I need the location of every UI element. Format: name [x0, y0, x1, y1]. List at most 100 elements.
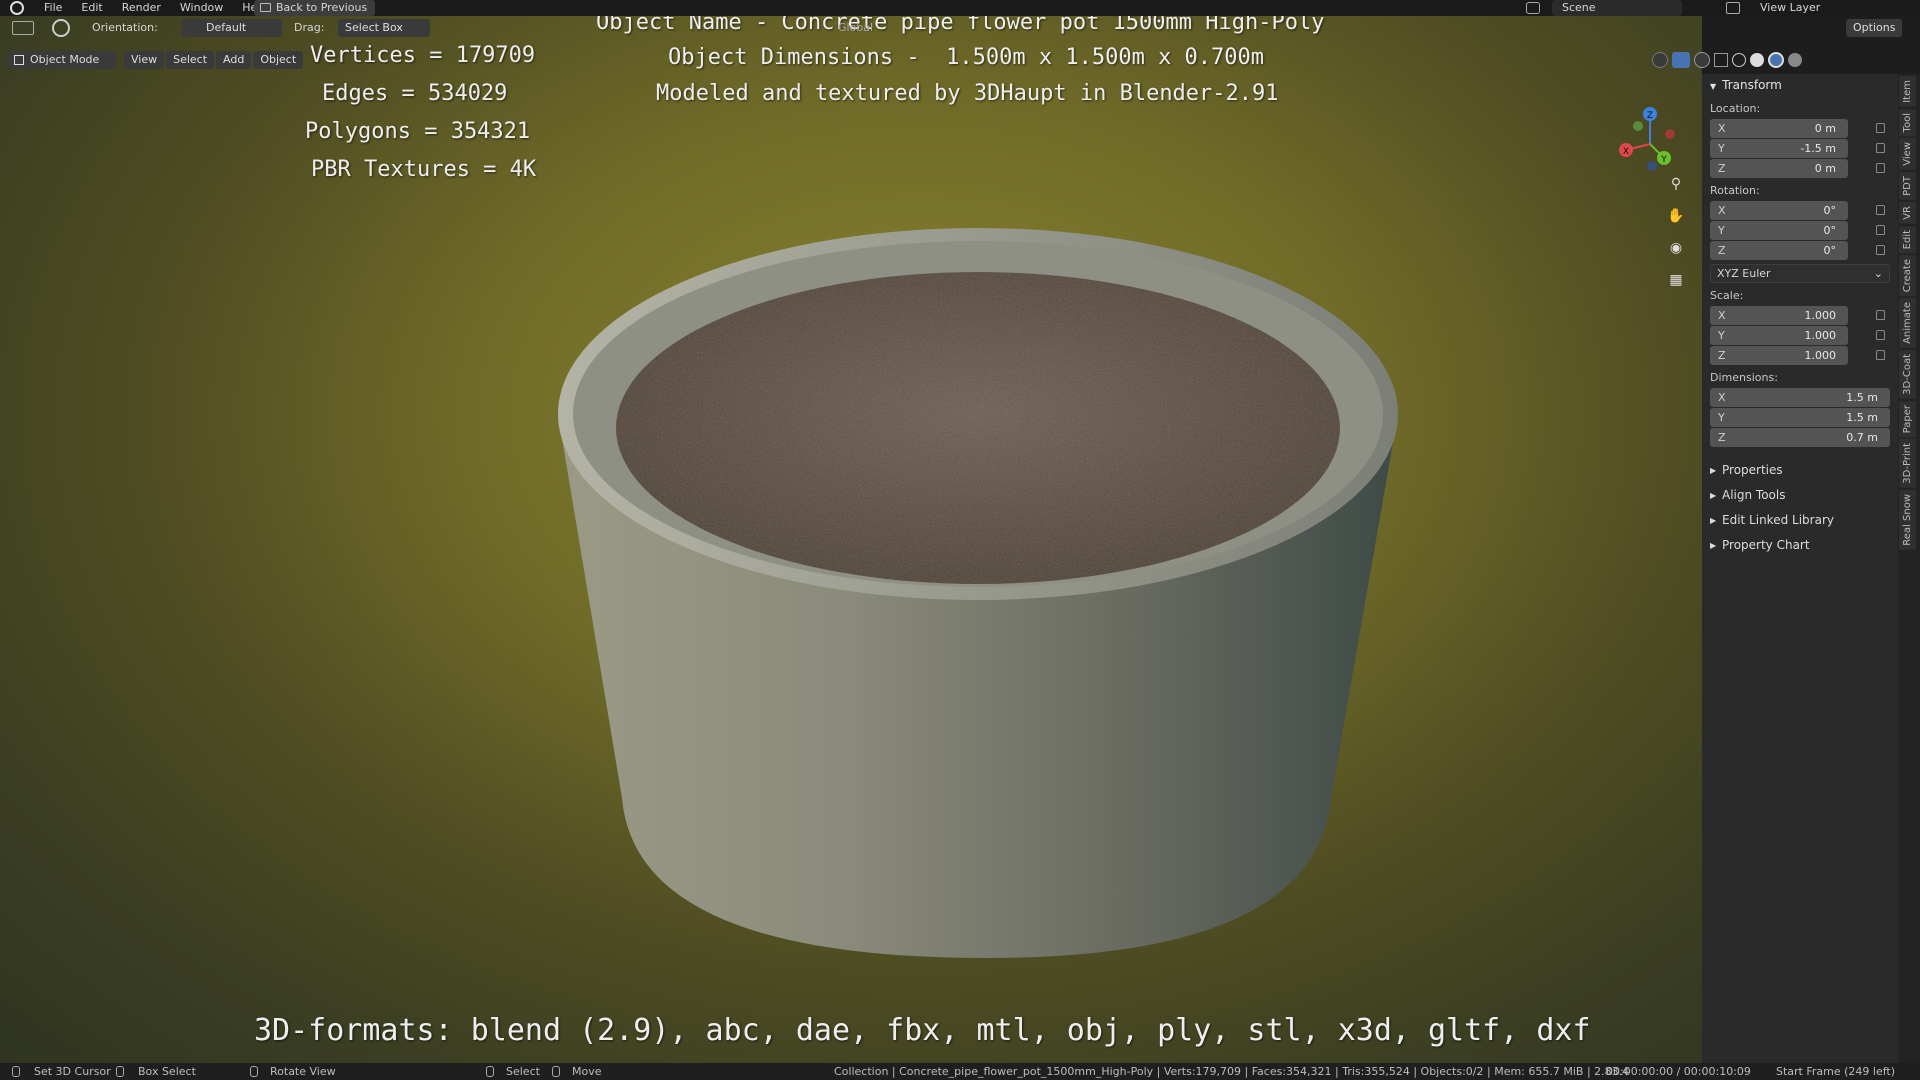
- tab-real-snow[interactable]: Real Snow: [1899, 489, 1916, 550]
- view-menu[interactable]: View: [124, 51, 165, 69]
- scale-label: Scale:: [1710, 289, 1744, 302]
- grid-perspective-icon[interactable]: ▦: [1664, 268, 1688, 292]
- scale-y-field[interactable]: Y 1.000: [1710, 326, 1885, 345]
- status-bar: Set 3D Cursor Box Select Rotate View Sel…: [0, 1063, 1920, 1080]
- credit-text: Modeled and textured by 3DHaupt in Blend…: [656, 81, 1279, 106]
- lock-icon[interactable]: [1876, 205, 1885, 215]
- start-frame-info: Start Frame (249 left): [1776, 1065, 1896, 1078]
- edit-linked-library-panel-header[interactable]: ▶ Edit Linked Library: [1702, 508, 1898, 533]
- select-menu[interactable]: Select: [166, 51, 215, 69]
- camera-icon[interactable]: ◉: [1664, 236, 1688, 260]
- status-select: Select: [506, 1065, 540, 1078]
- top-menu-bar: File Edit Render Window Help Back to Pre…: [0, 0, 1920, 16]
- rotation-y-field[interactable]: Y 0°: [1710, 221, 1885, 240]
- collapsed-triangle-icon: ▶: [1710, 516, 1717, 525]
- menu-file[interactable]: File: [44, 0, 62, 16]
- 3d-viewport[interactable]: Vertices = 179709 Edges = 534029 Polygon…: [0, 16, 1702, 1063]
- status-move: Move: [572, 1065, 602, 1078]
- transform-panel-header[interactable]: ▼ Transform: [1702, 74, 1898, 96]
- scene-icon[interactable]: [1526, 2, 1540, 14]
- gizmo-x-label: X: [1623, 147, 1629, 157]
- scale-z-field[interactable]: Z 1.000: [1710, 346, 1885, 365]
- view-layer-selector[interactable]: View Layer: [1752, 0, 1882, 16]
- location-label: Location:: [1710, 102, 1761, 115]
- transform-orientation-dropdown[interactable]: Global: [838, 21, 873, 34]
- dimensions-y-field[interactable]: Y 1.5 m: [1710, 408, 1890, 427]
- location-x-field[interactable]: X0 m: [1710, 119, 1885, 138]
- dimensions-x-field[interactable]: X 1.5 m: [1710, 388, 1890, 407]
- vertices-count: Vertices = 179709: [310, 43, 536, 68]
- object-mode-icon: [14, 55, 24, 65]
- solid-shading-icon[interactable]: [1750, 53, 1764, 67]
- screen-icon: [260, 3, 271, 12]
- tab-view[interactable]: View: [1899, 138, 1916, 170]
- scale-x-field[interactable]: X 1.000: [1710, 306, 1885, 325]
- tab-vr[interactable]: VR: [1899, 201, 1916, 224]
- lock-icon[interactable]: [1876, 245, 1885, 255]
- tab-paper[interactable]: Paper: [1899, 400, 1916, 438]
- dimensions-z-field[interactable]: Z 0.7 m: [1710, 428, 1890, 447]
- visibility-icon[interactable]: [1652, 52, 1668, 68]
- pan-hand-icon[interactable]: ✋: [1664, 204, 1688, 228]
- textures-info: PBR Textures = 4K: [311, 157, 537, 182]
- dimensions-label: Dimensions:: [1710, 371, 1778, 384]
- tab-3d-coat[interactable]: 3D-Coat: [1899, 350, 1916, 399]
- align-tools-panel-header[interactable]: ▶ Align Tools: [1702, 483, 1898, 508]
- rendered-shading-icon[interactable]: [1788, 53, 1802, 67]
- viewport-header: Orientation: Default Drag: Select Box Gl…: [0, 16, 1903, 40]
- polygons-count: Polygons = 354321: [305, 119, 531, 144]
- scene-selector[interactable]: Scene: [1552, 0, 1682, 16]
- mouse-middle-icon: [250, 1066, 258, 1077]
- rotation-z-field[interactable]: Z 0°: [1710, 241, 1885, 260]
- lock-icon[interactable]: [1876, 123, 1885, 133]
- gizmo-toggle-icon[interactable]: [1672, 52, 1690, 68]
- blender-logo-icon[interactable]: [10, 1, 24, 15]
- wireframe-shading-icon[interactable]: [1732, 53, 1746, 67]
- gizmo-y-label: Y: [1660, 155, 1667, 165]
- lock-icon[interactable]: [1876, 310, 1885, 320]
- lock-icon[interactable]: [1876, 225, 1885, 235]
- xray-icon[interactable]: [1714, 53, 1728, 67]
- collapsed-triangle-icon: ▶: [1710, 466, 1717, 475]
- location-z-field[interactable]: Z0 m: [1710, 159, 1885, 178]
- concrete-pot-render: [558, 228, 1398, 958]
- mode-dropdown[interactable]: Object Mode: [8, 51, 116, 69]
- object-menu[interactable]: Object: [253, 51, 304, 69]
- orientation-dropdown[interactable]: Default: [182, 19, 282, 37]
- drag-label: Drag:: [294, 21, 325, 34]
- view-layer-icon[interactable]: [1726, 2, 1740, 14]
- tab-pdt[interactable]: PDT: [1899, 171, 1916, 200]
- rotation-label: Rotation:: [1710, 184, 1760, 197]
- editor-type-icon[interactable]: [12, 21, 34, 35]
- tab-3d-print[interactable]: 3D-Print: [1899, 439, 1916, 488]
- menu-window[interactable]: Window: [180, 0, 223, 16]
- rotation-mode-dropdown[interactable]: XYZ Euler ⌄: [1710, 264, 1890, 283]
- tab-edit[interactable]: Edit: [1899, 225, 1916, 253]
- collapsed-triangle-icon: ▶: [1710, 491, 1717, 500]
- chevron-down-icon: ⌄: [1873, 267, 1883, 280]
- property-chart-panel-header[interactable]: ▶ Property Chart: [1702, 533, 1898, 558]
- tab-tool[interactable]: Tool: [1899, 108, 1916, 137]
- rotation-x-field[interactable]: X 0°: [1710, 201, 1885, 220]
- properties-panel-header[interactable]: ▶ Properties: [1702, 458, 1898, 483]
- zoom-icon[interactable]: ⚲: [1664, 172, 1688, 196]
- lock-icon[interactable]: [1876, 143, 1885, 153]
- collapsed-triangle-icon: ▶: [1710, 541, 1717, 550]
- tab-animate[interactable]: Animate: [1899, 298, 1916, 349]
- options-dropdown[interactable]: Options: [1846, 19, 1903, 37]
- shading-controls: [1652, 52, 1802, 68]
- tab-create[interactable]: Create: [1899, 254, 1916, 297]
- add-menu[interactable]: Add: [216, 51, 252, 69]
- location-y-field[interactable]: Y -1.5 m: [1710, 139, 1885, 158]
- material-shading-icon[interactable]: [1768, 52, 1784, 68]
- tab-item[interactable]: Item: [1899, 76, 1916, 107]
- tool-settings-icon[interactable]: [52, 19, 70, 37]
- menu-render[interactable]: Render: [122, 0, 161, 16]
- menu-edit[interactable]: Edit: [81, 0, 102, 16]
- lock-icon[interactable]: [1876, 163, 1885, 173]
- overlay-toggle-icon[interactable]: [1694, 52, 1710, 68]
- lock-icon[interactable]: [1876, 330, 1885, 340]
- drag-dropdown[interactable]: Select Box: [338, 19, 430, 37]
- lock-icon[interactable]: [1876, 350, 1885, 360]
- back-to-previous-button[interactable]: Back to Previous: [254, 0, 376, 16]
